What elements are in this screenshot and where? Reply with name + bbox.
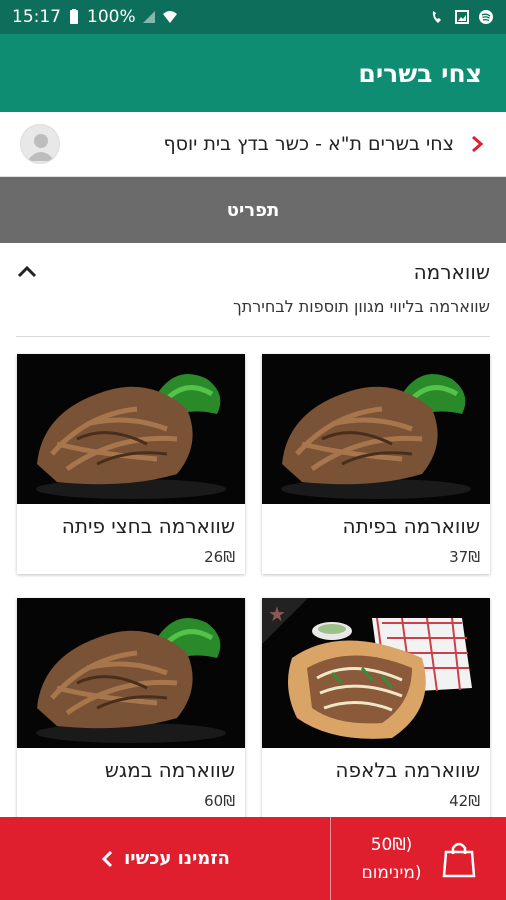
product-price: 42₪ <box>449 792 480 810</box>
tab-menu[interactable]: תפריט <box>0 177 506 243</box>
page-title: צחי בשרים <box>358 58 482 88</box>
branch-name: צחי בשרים ת"א - כשר בדץ בית יוסף <box>163 133 455 155</box>
category-title: שווארמה <box>413 260 490 284</box>
divider <box>16 336 490 337</box>
category-section: שווארמה שווארמה בליווי מגוון תוספות לבחי… <box>0 243 506 343</box>
product-info: שווארמה בפיתה 37₪ <box>262 504 490 574</box>
product-info: שווארמה בלאפה 42₪ <box>262 748 490 817</box>
product-info: שווארמה במגש 60₪ <box>17 748 245 817</box>
product-image <box>17 354 245 504</box>
minimum-order: 50₪) מינימום) <box>361 831 421 887</box>
product-card[interactable]: שווארמה בחצי פיתה 26₪ <box>17 354 245 574</box>
chevron-up-icon[interactable] <box>16 261 38 283</box>
user-avatar-icon <box>20 124 60 164</box>
product-name: שווארמה בלאפה <box>335 758 480 782</box>
product-info: שווארמה בחצי פיתה 26₪ <box>17 504 245 574</box>
product-image: ★ <box>262 598 490 748</box>
star-icon: ★ <box>268 602 286 626</box>
category-header[interactable]: שווארמה <box>16 243 490 297</box>
signal-icon <box>142 11 155 23</box>
image-icon <box>455 10 469 24</box>
product-image <box>17 598 245 748</box>
product-price: 37₪ <box>449 548 480 566</box>
bottom-order-bar: הזמינו עכשיו 50₪) מינימום) <box>0 817 506 900</box>
chevron-left-icon <box>101 850 113 867</box>
product-card[interactable]: ★ שווארמה בלאפה 42₪ <box>262 598 490 817</box>
product-card[interactable]: שווארמה בפיתה 37₪ <box>262 354 490 574</box>
product-grid: שווארמה בפיתה 37₪ שווארמה בחצי פיתה 26₪ <box>0 343 506 817</box>
shopping-bag-icon <box>442 842 475 877</box>
minimum-label: מינימום) <box>361 862 422 883</box>
product-card[interactable]: שווארמה במגש 60₪ <box>17 598 245 817</box>
minimum-amount: 50₪) <box>370 834 413 855</box>
call-forward-icon <box>432 11 441 23</box>
category-description: שווארמה בליווי מגוון תוספות לבחירתך <box>233 297 490 316</box>
product-price: 60₪ <box>204 792 235 810</box>
product-name: שווארמה בחצי פיתה <box>61 514 235 538</box>
product-name: שווארמה בפיתה <box>342 514 480 538</box>
product-image <box>262 354 490 504</box>
spotify-icon <box>479 10 493 24</box>
product-name: שווארמה במגש <box>104 758 235 782</box>
cart-summary[interactable]: 50₪) מינימום) <box>331 817 506 900</box>
order-now-label: הזמינו עכשיו <box>124 848 230 869</box>
status-left: 15:17 100% <box>12 7 178 27</box>
battery-percent: 100% <box>87 7 136 27</box>
battery-icon <box>70 9 78 24</box>
branch-selector[interactable]: צחי בשרים ת"א - כשר בדץ בית יוסף <box>0 112 506 177</box>
status-right <box>430 9 494 25</box>
status-time: 15:17 <box>12 7 61 27</box>
tab-menu-label: תפריט <box>226 199 280 221</box>
app-bar: צחי בשרים <box>0 34 506 112</box>
product-price: 26₪ <box>204 548 235 566</box>
chevron-right-icon[interactable] <box>468 135 486 153</box>
order-now-button[interactable]: הזמינו עכשיו <box>0 817 331 900</box>
status-bar: 15:17 100% <box>0 0 506 34</box>
wifi-icon <box>162 11 177 23</box>
